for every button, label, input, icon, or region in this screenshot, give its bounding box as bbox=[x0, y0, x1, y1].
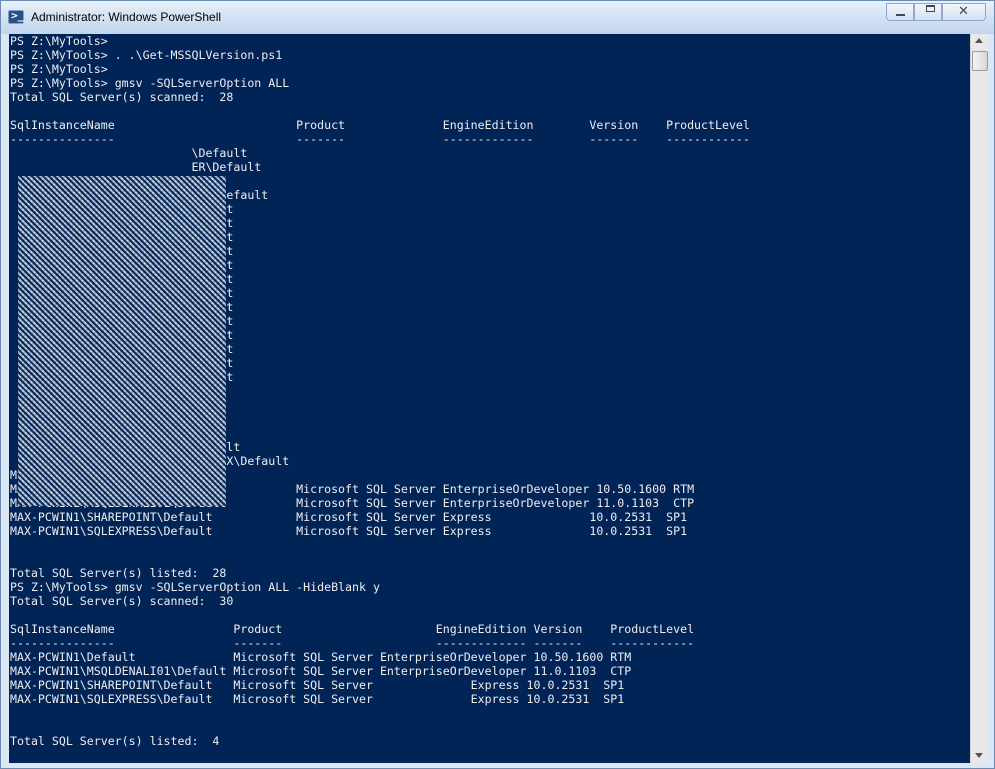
console-line: Total SQL Server(s) scanned: 30 bbox=[10, 594, 234, 608]
minimize-icon bbox=[896, 14, 905, 16]
redacted-region bbox=[18, 176, 226, 506]
close-button[interactable]: ✕ bbox=[942, 3, 986, 21]
console-line: PS Z:\MyTools> gmsv -SQLServerOption ALL bbox=[10, 76, 290, 90]
window-title: Administrator: Windows PowerShell bbox=[31, 10, 222, 24]
console-line: MAX-PCWIN1\SQLEXPRESS\Default Microsoft … bbox=[10, 524, 688, 538]
console-line: Total SQL Server(s) scanned: 28 bbox=[10, 90, 234, 104]
console-line: --------------- ------- ------------- --… bbox=[10, 132, 750, 146]
title-bar[interactable]: >_ Administrator: Windows PowerShell ✕ bbox=[1, 1, 994, 34]
close-icon: ✕ bbox=[958, 4, 969, 19]
window-controls: ✕ bbox=[886, 3, 986, 23]
console-line: PS Z:\MyTools> gmsv -SQLServerOption ALL… bbox=[10, 580, 380, 594]
console-line: Total SQL Server(s) listed: 4 bbox=[10, 734, 220, 748]
scroll-thumb[interactable] bbox=[972, 51, 988, 71]
scroll-up-arrow-icon[interactable] bbox=[975, 38, 983, 43]
powershell-icon[interactable]: >_ bbox=[8, 9, 24, 24]
minimize-button[interactable] bbox=[886, 3, 914, 21]
console-line: MAX-PCWIN1\MSQLDENALI01\Default Microsof… bbox=[10, 664, 632, 678]
console-line: MAX-PCWIN1\SHAREPOINT\Default Microsoft … bbox=[10, 678, 625, 692]
console-output[interactable]: PS Z:\MyTools> PS Z:\MyTools> . .\Get-MS… bbox=[9, 34, 970, 763]
powershell-window: >_ Administrator: Windows PowerShell ✕ P… bbox=[0, 0, 995, 769]
console-line: \Default bbox=[10, 146, 248, 160]
console-line: --------------- ------- ------------- --… bbox=[10, 636, 695, 650]
restore-button[interactable] bbox=[914, 3, 942, 21]
console-line: SqlInstanceName Product EngineEdition Ve… bbox=[10, 118, 750, 132]
console-line: PS Z:\MyTools> bbox=[10, 34, 108, 48]
console-line: PS Z:\MyTools> . .\Get-MSSQLVersion.ps1 bbox=[10, 48, 283, 62]
console-line: PS Z:\MyTools> bbox=[10, 762, 108, 763]
scroll-down-arrow-icon[interactable] bbox=[975, 753, 983, 758]
vertical-scrollbar[interactable] bbox=[970, 34, 988, 763]
console-line: MAX-PCWIN1\Default Microsoft SQL Server … bbox=[10, 650, 632, 664]
restore-icon bbox=[926, 5, 935, 12]
console-line: SqlInstanceName Product EngineEdition Ve… bbox=[10, 622, 695, 636]
console-line: ER\Default bbox=[10, 160, 262, 174]
console-line: Total SQL Server(s) listed: 28 bbox=[10, 566, 227, 580]
console-line: MAX-PCWIN1\SHAREPOINT\Default Microsoft … bbox=[10, 510, 688, 524]
console-line: MAX-PCWIN1\SQLEXPRESS\Default Microsoft … bbox=[10, 692, 625, 706]
console-line: PS Z:\MyTools> bbox=[10, 62, 108, 76]
